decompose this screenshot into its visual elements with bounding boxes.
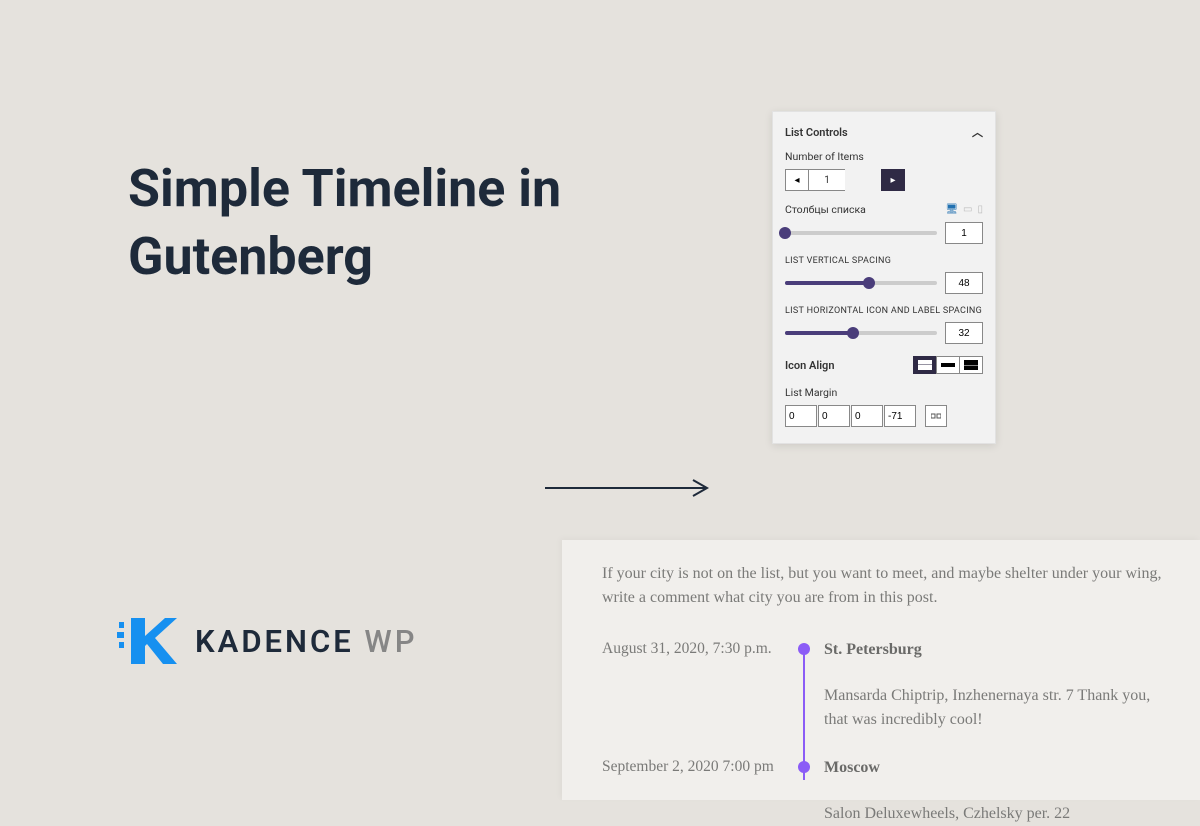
vertical-spacing-input[interactable] (945, 272, 983, 294)
margin-right-input[interactable] (818, 405, 850, 427)
brand-name: KADENCE WP (195, 623, 418, 660)
timeline-item: August 31, 2020, 7:30 p.m. St. Petersbur… (602, 638, 1170, 732)
kadence-icon (117, 618, 177, 664)
increment-button[interactable]: ▸ (881, 169, 905, 191)
number-of-items-stepper[interactable]: ◂ 1 ▸ (785, 169, 983, 191)
list-controls-panel: List Controls ︿ Number of Items ◂ 1 ▸ Ст… (772, 111, 996, 444)
chevron-up-icon: ︿ (972, 124, 983, 140)
desktop-icon[interactable]: 🖥 (945, 204, 958, 215)
align-top-button[interactable] (913, 356, 937, 374)
arrow-icon (545, 478, 715, 498)
columns-input[interactable] (945, 222, 983, 244)
timeline-date: September 2, 2020 7:00 pm (602, 756, 784, 778)
mobile-icon[interactable]: ▯ (977, 204, 983, 215)
align-middle-button[interactable] (936, 356, 960, 374)
vertical-spacing-label: LIST VERTICAL SPACING (785, 256, 983, 266)
number-of-items-value: 1 (809, 169, 845, 191)
timeline-description: Salon Deluxewheels, Czhelsky per. 22 (824, 802, 1170, 826)
margin-top-input[interactable] (785, 405, 817, 427)
timeline-item: September 2, 2020 7:00 pm Moscow Salon D… (602, 756, 1170, 826)
brand-logo: KADENCE WP (117, 618, 418, 664)
tablet-icon[interactable]: ▭ (963, 204, 972, 215)
timeline-dot-icon (798, 643, 810, 655)
responsive-device-icons[interactable]: 🖥 ▭ ▯ (945, 204, 983, 215)
timeline-date: August 31, 2020, 7:30 p.m. (602, 638, 784, 660)
horizontal-spacing-label: LIST HORIZONTAL ICON AND LABEL SPACING (785, 306, 983, 316)
page-title: Simple Timeline in Gutenberg (128, 155, 628, 290)
align-bottom-button[interactable] (959, 356, 983, 374)
timeline-intro: If your city is not on the list, but you… (602, 562, 1170, 610)
horizontal-spacing-input[interactable] (945, 322, 983, 344)
columns-label: Столбцы списка (785, 203, 866, 216)
timeline-city: St. Petersburg (824, 638, 1170, 662)
number-of-items-label: Number of Items (785, 150, 983, 163)
icon-align-buttons[interactable] (914, 356, 983, 374)
columns-slider[interactable] (785, 231, 937, 235)
timeline-preview: If your city is not on the list, but you… (562, 540, 1200, 800)
timeline-description: Mansarda Chiptrip, Inzhenernaya str. 7 T… (824, 684, 1170, 732)
panel-header[interactable]: List Controls ︿ (773, 112, 995, 150)
list-margin-label: List Margin (785, 386, 983, 399)
margin-bottom-input[interactable] (851, 405, 883, 427)
timeline-dot-icon (798, 761, 810, 773)
margin-left-input[interactable] (884, 405, 916, 427)
timeline-city: Moscow (824, 756, 1170, 780)
margin-link-button[interactable] (925, 405, 947, 427)
decrement-button[interactable]: ◂ (785, 169, 809, 191)
vertical-spacing-slider[interactable] (785, 281, 937, 285)
horizontal-spacing-slider[interactable] (785, 331, 937, 335)
icon-align-label: Icon Align (785, 359, 834, 372)
panel-title: List Controls (785, 126, 848, 139)
